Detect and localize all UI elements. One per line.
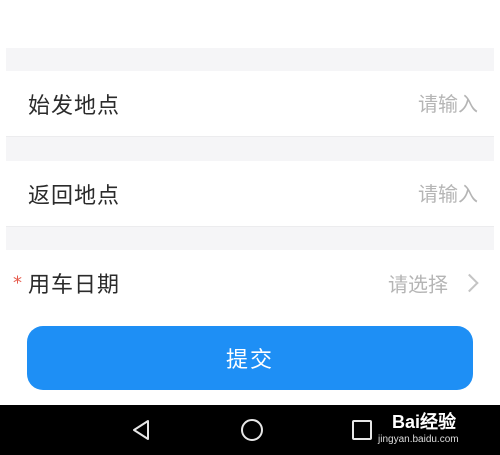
submit-area: 提交	[6, 312, 494, 405]
baidu-jingyan-watermark: Bai经验 jingyan.baidu.com	[378, 408, 478, 448]
start-location-label: 始发地点	[28, 93, 121, 119]
chevron-right-icon[interactable]	[460, 273, 479, 293]
return-location-label: 返回地点	[28, 183, 121, 209]
use-date-label: 用车日期	[28, 273, 121, 298]
return-location-row[interactable]: 返回地点	[6, 161, 494, 227]
use-date-row[interactable]: * 用车日期 请选择	[6, 250, 494, 316]
previous-form-section	[6, 0, 494, 48]
start-location-row[interactable]: 始发地点	[6, 71, 494, 137]
submit-button[interactable]: 提交	[27, 326, 473, 390]
home-circle-icon[interactable]	[222, 405, 282, 455]
watermark-url: jingyan.baidu.com	[378, 434, 459, 445]
app-screen: 始发地点 返回地点 * 用车日期 请选择 提交 Bai	[0, 0, 500, 455]
required-asterisk: *	[13, 272, 22, 294]
return-location-input[interactable]	[358, 181, 478, 206]
back-triangle-icon[interactable]	[112, 405, 172, 455]
watermark-brand: Bai经验	[392, 412, 457, 432]
start-location-input[interactable]	[358, 91, 478, 116]
right-edge	[494, 0, 500, 405]
use-date-select-value[interactable]: 请选择	[388, 269, 448, 298]
